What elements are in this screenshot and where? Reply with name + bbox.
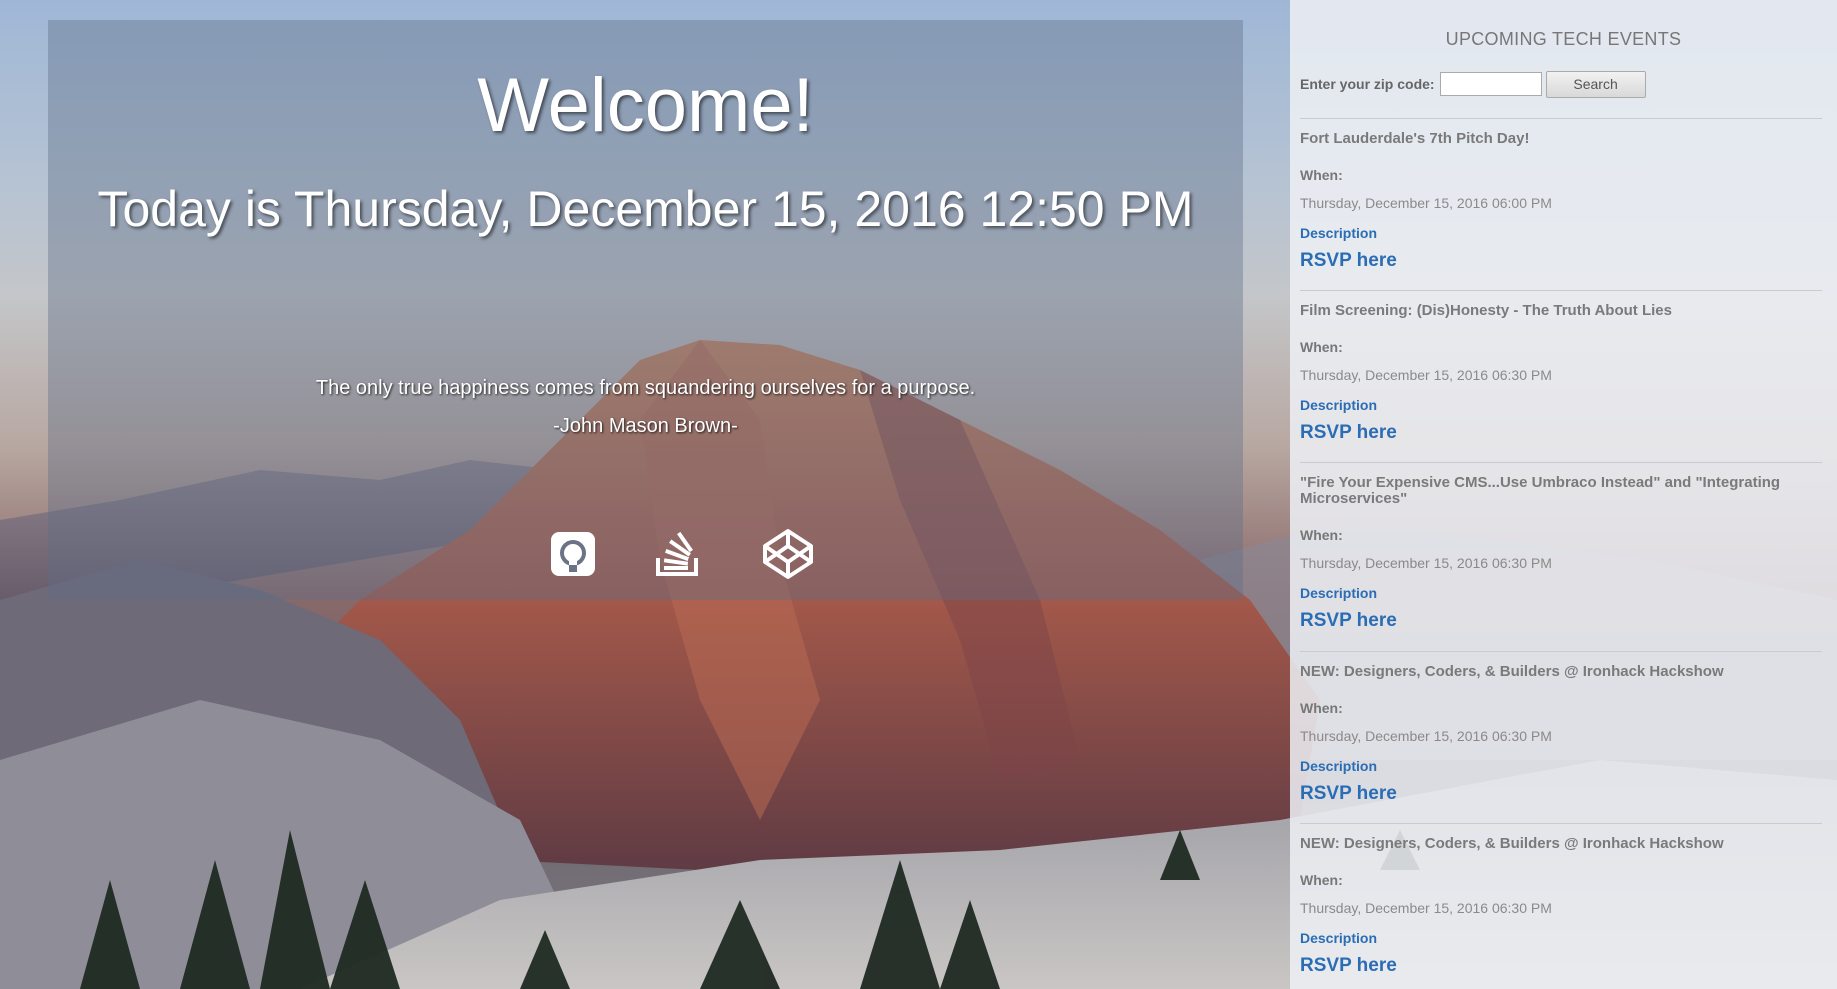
search-button[interactable]: Search bbox=[1545, 70, 1646, 98]
event-title: "Fire Your Expensive CMS...Use Umbraco I… bbox=[1300, 474, 1781, 507]
event-date: Thursday, December 15, 2016 06:30 PM bbox=[1300, 728, 1552, 744]
event-date: Thursday, December 15, 2016 06:30 PM bbox=[1300, 900, 1552, 916]
github-icon bbox=[551, 532, 595, 576]
event-rsvp-link[interactable]: RSVP here bbox=[1300, 610, 1397, 632]
event-item: NEW: Designers, Coders, & Builders @ Iro… bbox=[1300, 651, 1822, 804]
event-rsvp-link[interactable]: RSVP here bbox=[1300, 955, 1397, 977]
event-date: Thursday, December 15, 2016 06:00 PM bbox=[1300, 195, 1552, 211]
event-when-label: When: bbox=[1300, 872, 1343, 888]
codepen-link[interactable] bbox=[760, 526, 816, 582]
event-date: Thursday, December 15, 2016 06:30 PM bbox=[1300, 367, 1552, 383]
event-item: Fort Lauderdale's 7th Pitch Day! When: T… bbox=[1300, 118, 1822, 271]
event-when-label: When: bbox=[1300, 339, 1343, 355]
zip-label: Enter your zip code: bbox=[1300, 76, 1435, 92]
event-item: "Fire Your Expensive CMS...Use Umbraco I… bbox=[1300, 462, 1822, 631]
sidebar-title: UPCOMING TECH EVENTS bbox=[1445, 29, 1682, 49]
stackoverflow-link[interactable] bbox=[650, 526, 706, 582]
event-title: Film Screening: (Dis)Honesty - The Truth… bbox=[1300, 302, 1672, 319]
event-when-label: When: bbox=[1300, 527, 1343, 543]
event-rsvp-link[interactable]: RSVP here bbox=[1300, 422, 1397, 444]
event-when-label: When: bbox=[1300, 167, 1343, 183]
stackoverflow-icon bbox=[656, 531, 698, 576]
quote-text: The only true happiness comes from squan… bbox=[315, 377, 976, 399]
event-rsvp-link[interactable]: RSVP here bbox=[1300, 783, 1397, 805]
quote-author: -John Mason Brown- bbox=[553, 415, 738, 437]
github-link[interactable] bbox=[545, 526, 601, 582]
event-title: NEW: Designers, Coders, & Builders @ Iro… bbox=[1300, 835, 1724, 852]
event-rsvp-link[interactable]: RSVP here bbox=[1300, 250, 1397, 272]
event-when-label: When: bbox=[1300, 700, 1343, 716]
event-title: Fort Lauderdale's 7th Pitch Day! bbox=[1300, 130, 1530, 147]
event-title: NEW: Designers, Coders, & Builders @ Iro… bbox=[1300, 663, 1724, 680]
event-description-link[interactable]: Description bbox=[1300, 585, 1377, 601]
event-description-link[interactable]: Description bbox=[1300, 225, 1377, 241]
event-description-link[interactable]: Description bbox=[1300, 758, 1377, 774]
event-date: Thursday, December 15, 2016 06:30 PM bbox=[1300, 555, 1552, 571]
zip-input[interactable] bbox=[1439, 72, 1542, 96]
event-item: NEW: Designers, Coders, & Builders @ Iro… bbox=[1300, 823, 1822, 976]
zip-search-form: Enter your zip code: Search bbox=[1300, 70, 1646, 98]
current-datetime: Today is Thursday, December 15, 2016 12:… bbox=[97, 181, 1194, 237]
welcome-panel: Welcome! Today is Thursday, December 15,… bbox=[48, 20, 1243, 600]
events-sidebar: UPCOMING TECH EVENTS Enter your zip code… bbox=[1290, 0, 1837, 989]
welcome-heading: Welcome! bbox=[477, 63, 814, 148]
codepen-icon bbox=[763, 529, 813, 579]
event-item: Film Screening: (Dis)Honesty - The Truth… bbox=[1300, 290, 1822, 443]
event-description-link[interactable]: Description bbox=[1300, 397, 1377, 413]
event-description-link[interactable]: Description bbox=[1300, 930, 1377, 946]
